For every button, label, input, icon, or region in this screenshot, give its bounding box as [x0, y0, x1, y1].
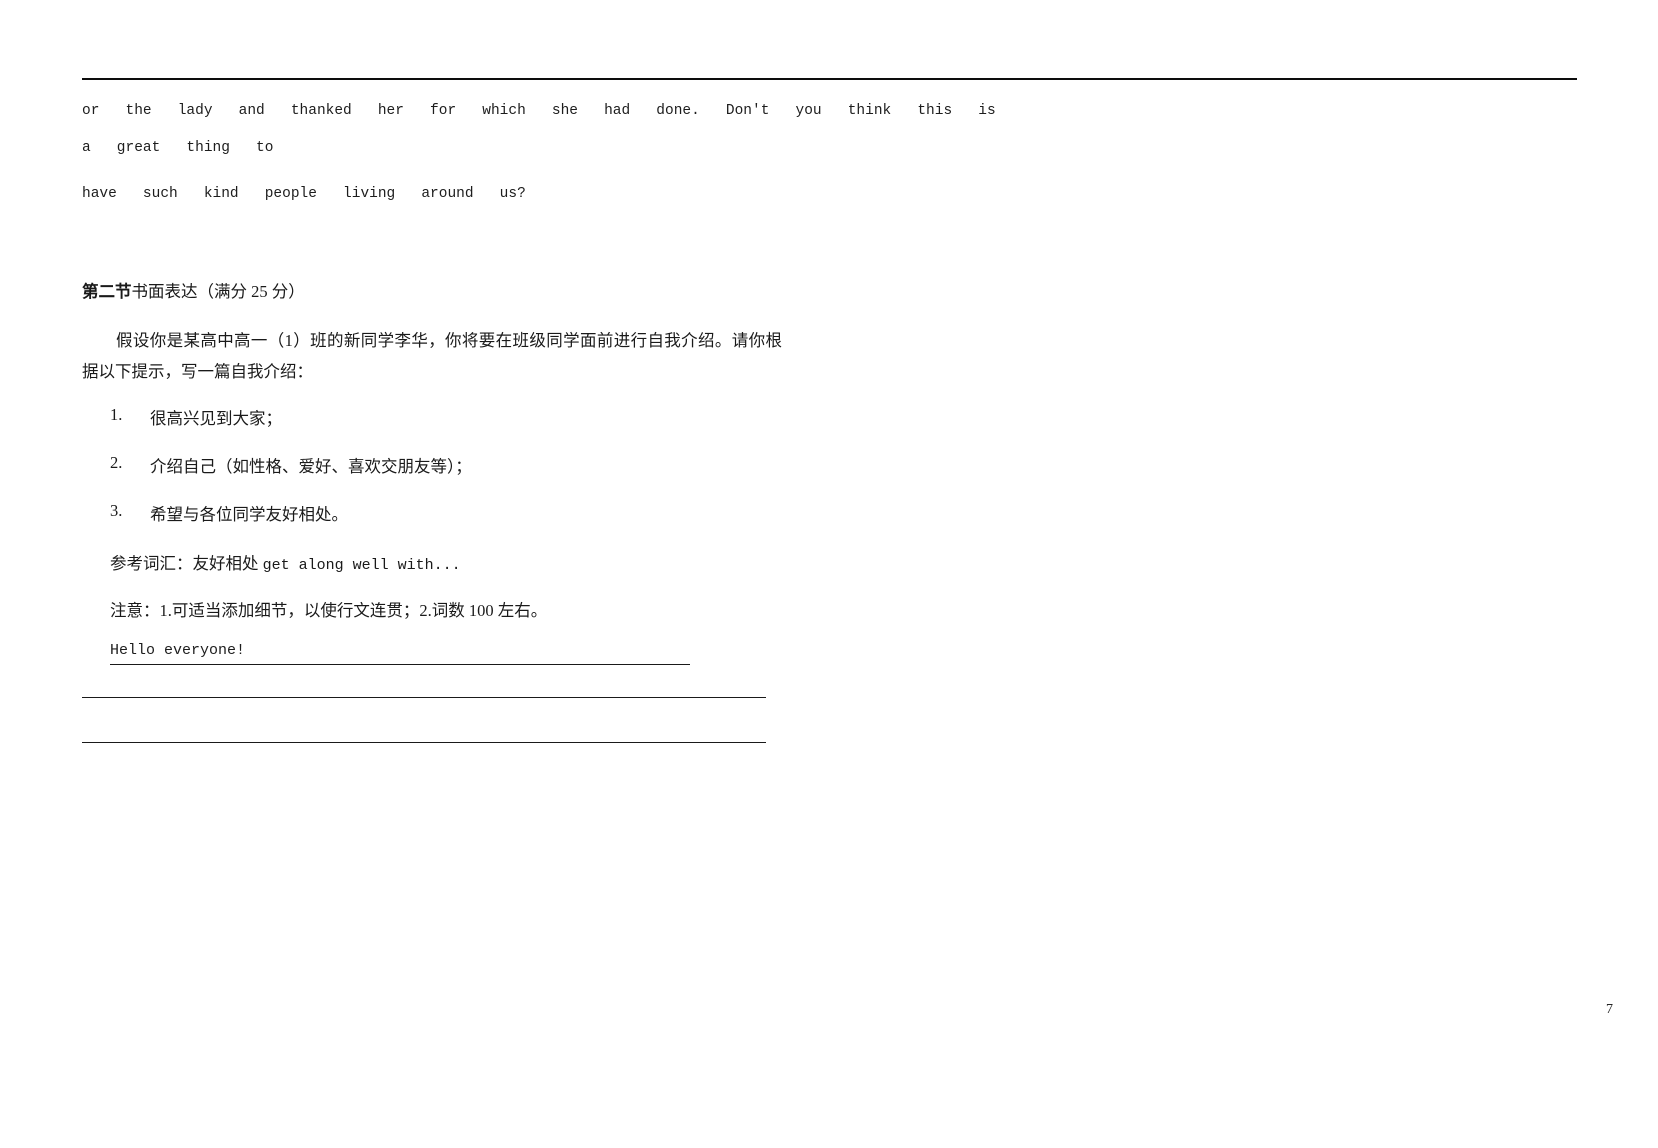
requirement-text: 很高兴见到大家；: [150, 409, 282, 428]
page-number: 7: [1606, 1002, 1613, 1017]
passage-line-2: a great thing to: [82, 139, 274, 156]
writing-prompt: 假设你是某高中高一（1）班的新同学李华，你将要在班级同学面前进行自我介绍。请你根…: [82, 331, 782, 381]
vocabulary-hint: 参考词汇：友好相处 get along well with...: [110, 550, 461, 574]
list-item: 1. 很高兴见到大家；: [82, 405, 782, 453]
passage-continuation: or the lady and thanked her for which sh…: [82, 104, 1482, 202]
requirement-number: 2.: [110, 453, 123, 472]
requirement-number: 3.: [110, 501, 123, 520]
attention-note: 注意：1.可适当添加细节，以使行文连贯；2.词数 100 左右。: [110, 601, 548, 620]
section-number: 第二节: [82, 283, 132, 301]
answer-blank-line: [82, 742, 766, 743]
passage-line-1: or the lady and thanked her for which sh…: [82, 103, 996, 119]
vocabulary-label: 参考词汇：友好相处: [110, 554, 263, 573]
answer-opening-line: Hello everyone!: [110, 640, 690, 665]
passage-line-3: have such kind people living around us?: [82, 186, 526, 202]
section-heading: 第二节书面表达（满分 25 分）: [82, 282, 305, 303]
requirement-list: 1. 很高兴见到大家； 2. 介绍自己（如性格、爱好、喜欢交朋友等）； 3. 希…: [82, 405, 782, 549]
vocabulary-english: get along well with...: [262, 557, 461, 574]
header-divider: [82, 78, 1577, 80]
requirement-number: 1.: [110, 405, 123, 424]
section-title: 书面表达（满分 25 分）: [131, 282, 305, 301]
list-item: 2. 介绍自己（如性格、爱好、喜欢交朋友等）；: [82, 453, 782, 501]
requirement-text: 希望与各位同学友好相处。: [150, 505, 348, 524]
exam-page: or the lady and thanked her for which sh…: [0, 0, 1658, 1148]
requirement-text: 介绍自己（如性格、爱好、喜欢交朋友等）；: [150, 457, 472, 476]
answer-blank-line: [82, 697, 766, 698]
list-item: 3. 希望与各位同学友好相处。: [82, 501, 782, 549]
